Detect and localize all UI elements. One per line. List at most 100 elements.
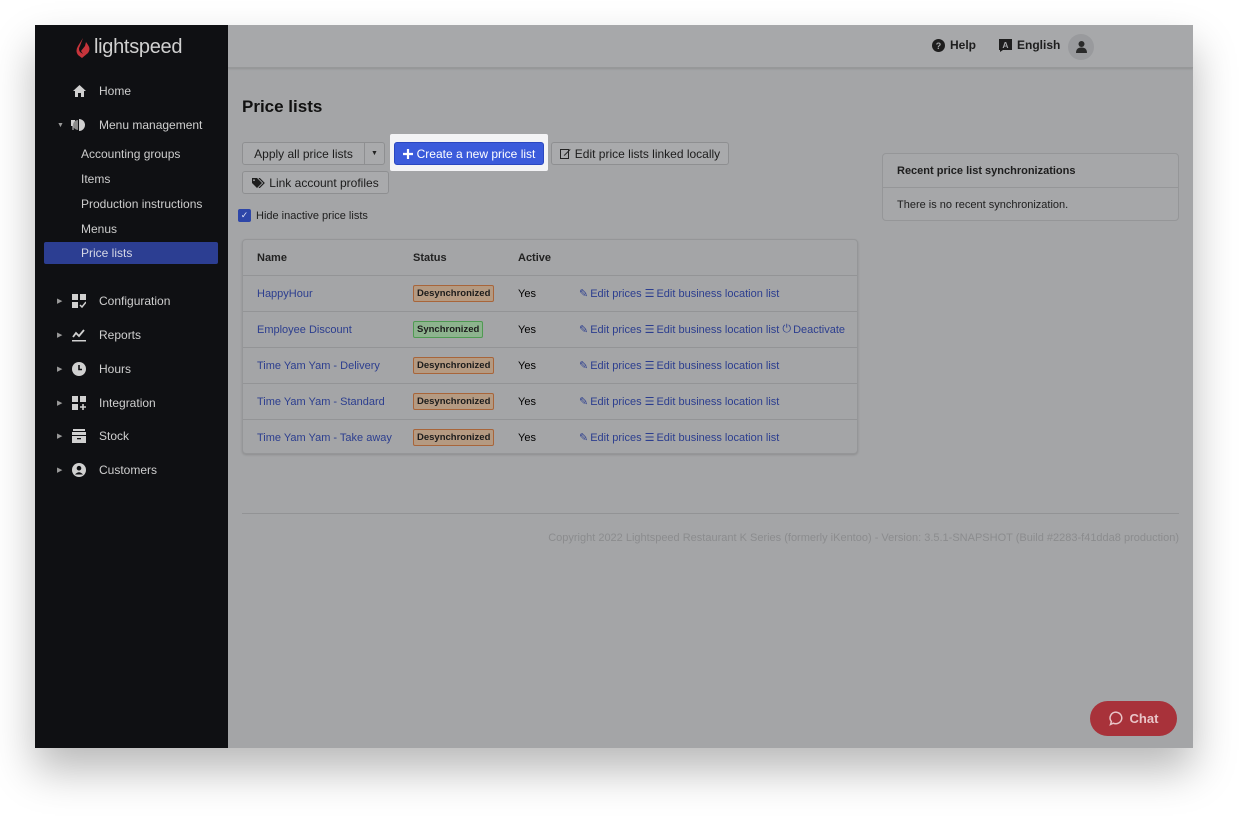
sidebar-item-items[interactable]: Items (44, 168, 218, 190)
action-label: Edit business location list (656, 431, 780, 444)
edit-icon: ✎ (579, 432, 589, 444)
active-value: Yes (518, 431, 536, 444)
edit-icon: ✎ (579, 288, 589, 300)
status-badge: Desynchronized (413, 285, 495, 302)
column-header-status: Status (413, 251, 447, 264)
main-content: Price lists Apply all price lists ▼ Crea… (228, 69, 1193, 748)
edit-business-location-list-link[interactable]: ☰ Edit business location list (644, 395, 780, 409)
action-label: Edit business location list (656, 287, 780, 300)
chat-button[interactable]: Chat (1090, 701, 1177, 736)
apply-all-split-button: Apply all price lists ▼ (242, 142, 385, 165)
status-badge: Desynchronized (413, 429, 495, 446)
sidebar-item-menu-management[interactable]: ▼ Menu management (35, 113, 228, 137)
action-label: Deactivate (793, 323, 846, 336)
tags-icon (252, 177, 266, 188)
sidebar-item-price-lists[interactable]: Price lists (44, 242, 218, 264)
hide-inactive-checkbox[interactable]: ✓ (238, 209, 251, 222)
edit-prices-link[interactable]: ✎ Edit prices (579, 431, 642, 445)
create-price-list-button[interactable]: Create a new price list (394, 142, 544, 165)
stock-icon (71, 429, 87, 443)
price-list-name-link[interactable]: Employee Discount (257, 324, 352, 336)
sidebar-item-label: Accounting groups (81, 147, 181, 161)
action-label: Edit business location list (656, 395, 780, 408)
user-icon (1075, 41, 1087, 53)
price-list-name-link[interactable]: HappyHour (257, 288, 313, 300)
sidebar-item-label: Price lists (81, 246, 133, 260)
sidebar-item-label: Home (99, 84, 132, 98)
action-label: Edit business location list (656, 323, 780, 336)
help-icon: ? (932, 38, 945, 52)
sidebar-item-hours[interactable]: ▶ Hours (35, 357, 228, 381)
language-icon: A (999, 38, 1012, 52)
edit-prices-link[interactable]: ✎ Edit prices (579, 359, 642, 373)
sidebar-item-label: Items (81, 172, 111, 186)
caret-down-icon: ▼ (371, 150, 378, 157)
chevron-right-icon: ▶ (57, 332, 63, 339)
edit-business-location-list-link[interactable]: ☰ Edit business location list (645, 359, 780, 373)
apply-all-price-lists-button[interactable]: Apply all price lists (242, 142, 365, 165)
price-list-name-link[interactable]: Time Yam Yam - Standard (257, 396, 385, 408)
help-link[interactable]: ? Help (932, 38, 976, 52)
sidebar-item-label: Reports (99, 328, 142, 342)
deactivate-link[interactable]: ⏻ Deactivate (782, 323, 845, 336)
svg-text:A: A (1002, 40, 1008, 50)
sidebar-item-integration[interactable]: ▶ Integration (35, 391, 228, 415)
edit-business-location-list-link[interactable]: ☰ Edit business location list (645, 431, 780, 445)
edit-prices-link[interactable]: ✎ Edit prices (579, 287, 642, 301)
top-header: ? Help A English (228, 25, 1193, 68)
chevron-right-icon: ▶ (57, 366, 63, 373)
action-label: Edit prices (590, 323, 642, 336)
action-label: Edit prices (590, 359, 642, 372)
list-icon: ☰ (644, 396, 655, 408)
table-row: Time Yam Yam - Delivery Desynchronized Y… (243, 347, 857, 383)
sidebar-item-configuration[interactable]: ▶ Configuration (35, 289, 228, 313)
svg-text:?: ? (936, 41, 942, 51)
link-account-profiles-label: Link account profiles (269, 175, 379, 190)
edit-linked-locally-button[interactable]: Edit price lists linked locally (551, 142, 729, 165)
sidebar-item-label: Menu management (99, 118, 203, 132)
list-icon: ☰ (644, 288, 655, 300)
app-window: lightspeed Home ▼ Menu management Accoun… (35, 25, 1193, 748)
hide-inactive-label: Hide inactive price lists (256, 209, 368, 222)
chevron-right-icon: ▶ (57, 433, 63, 440)
price-lists-table: Name Status Active HappyHour Desynchroni… (242, 239, 858, 454)
avatar[interactable] (1068, 34, 1094, 60)
sidebar-item-label: Configuration (99, 294, 171, 308)
help-label: Help (950, 38, 977, 52)
sidebar-item-menus[interactable]: Menus (44, 218, 218, 240)
edit-business-location-list-link[interactable]: ☰ Edit business location list (645, 323, 780, 337)
active-value: Yes (518, 287, 536, 300)
sidebar-item-production-instructions[interactable]: Production instructions (44, 193, 218, 215)
sidebar-item-accounting-groups[interactable]: Accounting groups (44, 143, 218, 165)
chevron-right-icon: ▶ (57, 400, 63, 407)
edit-business-location-list-link[interactable]: ☰ Edit business location list (644, 287, 780, 301)
menu-management-icon (71, 118, 87, 132)
sidebar-item-label: Integration (99, 396, 156, 410)
table-row: Employee Discount Synchronized Yes ✎ Edit… (243, 311, 857, 347)
sidebar-item-label: Stock (99, 429, 130, 443)
chevron-down-icon: ▼ (57, 121, 64, 129)
chat-label: Chat (1129, 711, 1159, 726)
sidebar-item-reports[interactable]: ▶ Reports (35, 323, 228, 347)
hide-inactive-checkbox-row[interactable]: ✓ Hide inactive price lists (238, 209, 368, 222)
recent-sync-title: Recent price list synchronizations (883, 154, 1178, 188)
price-list-name-link[interactable]: Time Yam Yam - Take away (257, 432, 392, 444)
sidebar-item-label: Customers (99, 463, 158, 477)
chevron-right-icon: ▶ (57, 298, 63, 305)
link-account-profiles-button[interactable]: Link account profiles (242, 171, 389, 194)
language-selector[interactable]: A English (999, 38, 1060, 52)
sidebar-item-home[interactable]: Home (35, 79, 228, 103)
edit-linked-locally-label: Edit price lists linked locally (574, 146, 721, 161)
sidebar-item-stock[interactable]: ▶ Stock (35, 424, 228, 448)
edit-prices-link[interactable]: ✎ Edit prices (579, 395, 642, 409)
chevron-right-icon: ▶ (57, 467, 63, 474)
sidebar-item-customers[interactable]: ▶ Customers (35, 458, 228, 482)
price-list-name-link[interactable]: Time Yam Yam - Delivery (257, 360, 380, 372)
action-label: Edit prices (590, 395, 642, 408)
active-value: Yes (518, 323, 536, 336)
column-header-name: Name (257, 251, 287, 264)
logo[interactable]: lightspeed (75, 36, 182, 59)
edit-prices-link[interactable]: ✎ Edit prices (579, 323, 642, 337)
apply-all-dropdown-toggle[interactable]: ▼ (365, 142, 385, 165)
edit-icon: ✎ (579, 360, 589, 372)
